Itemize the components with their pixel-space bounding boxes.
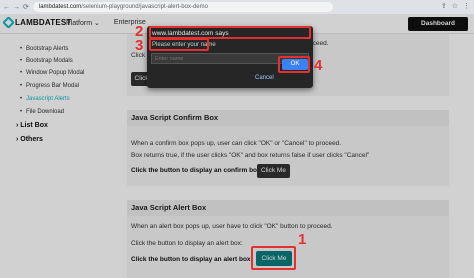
annotation-box-alert-button [251, 246, 296, 270]
annotation-number-4: 4 [314, 57, 323, 74]
reload-icon[interactable]: ⟳ [23, 4, 29, 11]
dialog-cancel-button[interactable]: Cancel [255, 75, 274, 81]
back-arrow-icon[interactable]: ← [3, 4, 10, 11]
forward-arrow-icon[interactable]: → [13, 4, 20, 11]
browser-toolbar: ← → ⟳ lambdatest.com/selenium-playground… [0, 0, 474, 14]
address-bar[interactable]: lambdatest.com/selenium-playground/javas… [32, 2, 333, 12]
modal-overlay: www.lambdatest.com says Please enter you… [0, 14, 474, 278]
menu-icon[interactable]: ⋮ [463, 2, 470, 10]
browser-actions: ⇪ ☆ ⋮ [441, 2, 470, 10]
annotation-number-1: 1 [298, 231, 307, 248]
nav-controls: ← → ⟳ [0, 4, 29, 11]
star-icon[interactable]: ☆ [452, 2, 458, 10]
annotation-box-input [149, 38, 209, 51]
url-path: /selenium-playground/javascript-alert-bo… [81, 4, 208, 10]
annotation-number-3: 3 [135, 37, 144, 54]
annotation-box-ok [278, 56, 310, 73]
share-icon[interactable]: ⇪ [441, 2, 447, 10]
url-host: lambdatest.com [38, 4, 82, 10]
